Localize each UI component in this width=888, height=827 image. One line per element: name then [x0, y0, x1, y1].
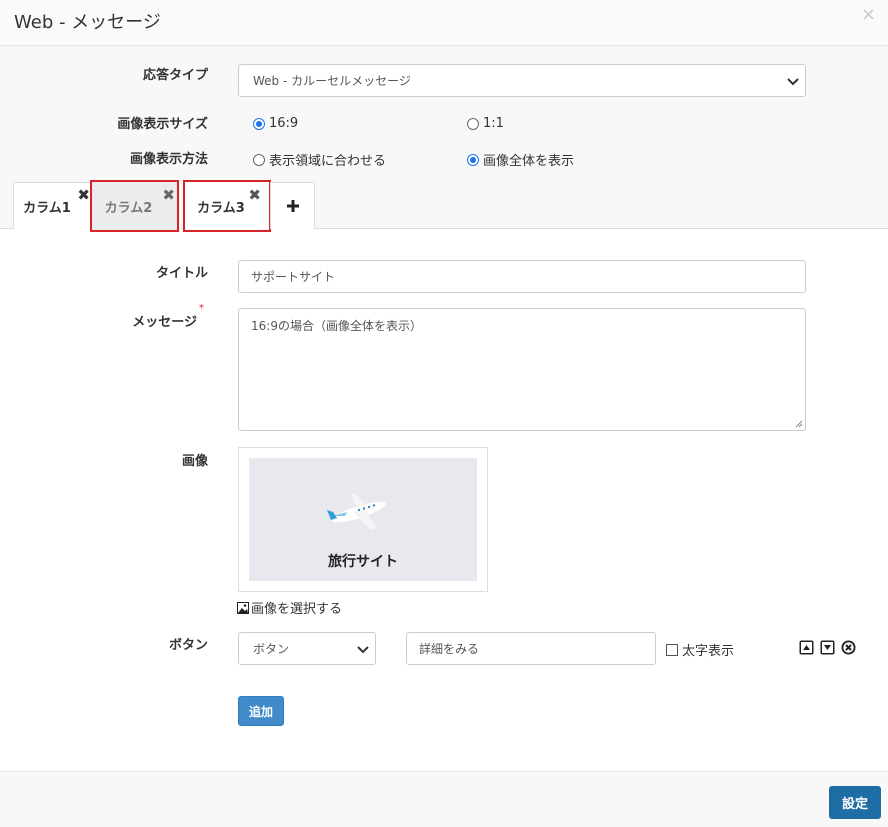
add-tab-button[interactable]	[270, 182, 315, 229]
radio-whole-label: 画像全体を表示	[483, 154, 575, 169]
button-type-value: ボタン	[253, 642, 290, 656]
tab-label: カラム3	[197, 200, 245, 216]
response-type-select[interactable]: Web - カルーセルメッセージ	[238, 64, 806, 97]
radio-on-icon	[467, 153, 479, 166]
tab-label: カラム1	[23, 200, 71, 216]
chevron-down-icon	[787, 77, 799, 85]
tab-column-2[interactable]: カラム2 ✖	[90, 180, 179, 232]
submit-button[interactable]: 設定	[829, 786, 881, 819]
radio-fit[interactable]: 表示領域に合わせる	[253, 150, 386, 169]
modal-title: Web - メッセージ	[14, 12, 161, 33]
airplane-icon	[327, 494, 386, 530]
select-image-link[interactable]: 画像を選択する	[237, 598, 342, 617]
bold-checkbox[interactable]: 太字表示	[666, 640, 734, 659]
button-text-value: 詳細をみる	[419, 642, 480, 656]
picture-icon	[237, 601, 249, 614]
modal-footer	[0, 772, 888, 827]
radio-1-1-label: 1:1	[483, 116, 504, 131]
plus-icon	[286, 200, 299, 212]
tab-label: カラム2	[104, 200, 153, 216]
message-value: 16:9の場合（画像全体を表示）	[251, 319, 422, 333]
message-label: メッセージ	[132, 315, 197, 330]
title-input[interactable]: サポートサイト	[238, 260, 806, 293]
button-label: ボタン	[168, 638, 208, 653]
move-down-icon[interactable]	[820, 640, 835, 655]
chevron-down-icon	[357, 645, 369, 653]
radio-16-9[interactable]: 16:9	[253, 116, 298, 131]
radio-off-icon	[253, 153, 265, 166]
move-up-icon[interactable]	[799, 640, 814, 655]
image-caption: 旅行サイト	[328, 554, 398, 570]
radio-whole[interactable]: 画像全体を表示	[467, 150, 574, 169]
modal-header: Web - メッセージ ×	[0, 0, 888, 46]
response-type-label: 応答タイプ	[142, 68, 208, 83]
image-preview: 旅行サイト	[238, 447, 488, 592]
tab-column-3[interactable]: カラム3 ✖	[183, 180, 271, 232]
message-textarea[interactable]: 16:9の場合（画像全体を表示）	[238, 308, 806, 431]
select-image-label: 画像を選択する	[251, 602, 343, 617]
radio-on-icon	[253, 117, 265, 130]
bold-label: 太字表示	[682, 644, 735, 659]
title-value: サポートサイト	[251, 270, 336, 284]
radio-off-icon	[467, 117, 479, 130]
close-icon[interactable]: ✖	[248, 186, 261, 204]
image-label: 画像	[181, 454, 208, 469]
resize-handle-icon[interactable]	[795, 420, 803, 428]
radio-fit-label: 表示領域に合わせる	[269, 154, 387, 169]
checkbox-icon	[666, 643, 678, 656]
radio-1-1[interactable]: 1:1	[467, 116, 504, 131]
required-mark: *	[199, 303, 204, 314]
remove-icon[interactable]	[841, 640, 856, 655]
button-text-input[interactable]: 詳細をみる	[406, 632, 656, 665]
radio-16-9-label: 16:9	[269, 116, 299, 131]
tab-column-1[interactable]: カラム1 ✖	[13, 182, 91, 229]
button-type-select[interactable]: ボタン	[238, 632, 376, 665]
close-icon[interactable]: ×	[861, 4, 876, 25]
close-icon[interactable]: ✖	[77, 186, 90, 204]
close-icon[interactable]: ✖	[162, 186, 175, 204]
image-size-label: 画像表示サイズ	[117, 117, 208, 132]
response-type-value: Web - カルーセルメッセージ	[253, 74, 411, 88]
add-button[interactable]: 追加	[238, 696, 284, 726]
image-thumbnail: 旅行サイト	[249, 458, 477, 581]
image-display-label: 画像表示方法	[129, 152, 208, 167]
title-label: タイトル	[155, 266, 208, 281]
